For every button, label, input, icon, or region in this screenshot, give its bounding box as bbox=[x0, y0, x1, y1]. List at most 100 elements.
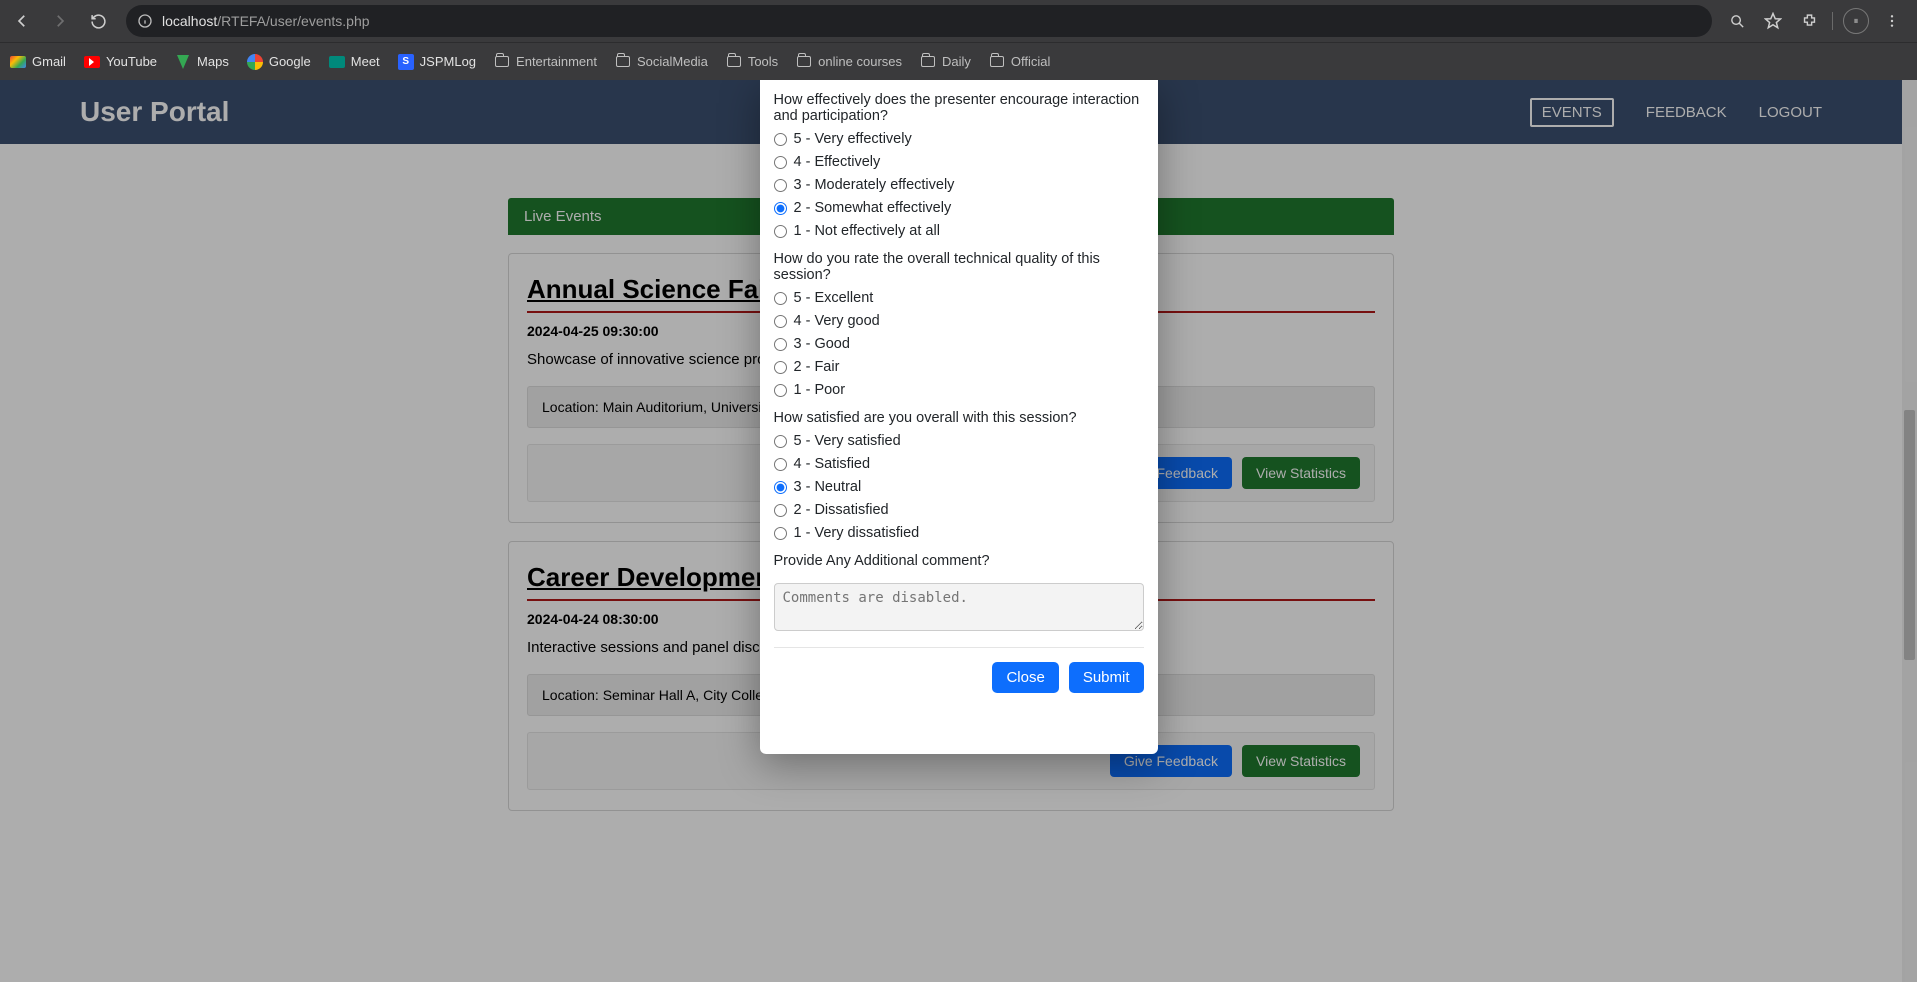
browser-menu-icon[interactable] bbox=[1879, 8, 1905, 34]
bookmark-tools[interactable]: Tools bbox=[726, 54, 778, 70]
radio-option[interactable]: 4 - Very good bbox=[774, 313, 1144, 329]
extensions-icon[interactable] bbox=[1796, 8, 1822, 34]
page-viewport: User Portal EVENTS FEEDBACK LOGOUT Live … bbox=[0, 80, 1917, 982]
bookmark-entertainment[interactable]: Entertainment bbox=[494, 54, 597, 70]
bookmark-label: JSPMLog bbox=[420, 54, 476, 69]
bookmark-label: Official bbox=[1011, 54, 1051, 69]
zoom-icon[interactable] bbox=[1724, 8, 1750, 34]
bookmark-label: YouTube bbox=[106, 54, 157, 69]
folder-icon bbox=[494, 54, 510, 70]
radio-input[interactable] bbox=[774, 315, 787, 328]
radio-input[interactable] bbox=[774, 361, 787, 374]
radio-label: 5 - Excellent bbox=[794, 290, 874, 306]
question-text: How effectively does the presenter encou… bbox=[774, 92, 1144, 124]
jspm-icon: S bbox=[398, 54, 414, 70]
folder-icon bbox=[615, 54, 631, 70]
meet-icon bbox=[329, 54, 345, 70]
bookmark-label: Gmail bbox=[32, 54, 66, 69]
radio-label: 4 - Effectively bbox=[794, 154, 881, 170]
radio-label: 3 - Neutral bbox=[794, 479, 862, 495]
radio-option[interactable]: 1 - Very dissatisfied bbox=[774, 525, 1144, 541]
radio-label: 2 - Dissatisfied bbox=[794, 502, 889, 518]
radio-label: 2 - Somewhat effectively bbox=[794, 200, 952, 216]
bookmark-star-icon[interactable] bbox=[1760, 8, 1786, 34]
site-info-icon[interactable] bbox=[136, 12, 154, 30]
modal-submit-button[interactable]: Submit bbox=[1069, 662, 1144, 693]
radio-input[interactable] bbox=[774, 202, 787, 215]
radio-option[interactable]: 2 - Somewhat effectively bbox=[774, 200, 1144, 216]
bookmark-label: Meet bbox=[351, 54, 380, 69]
maps-icon bbox=[175, 54, 191, 70]
radio-option[interactable]: 5 - Very satisfied bbox=[774, 433, 1144, 449]
nav-back-button[interactable] bbox=[6, 5, 38, 37]
radio-option[interactable]: 3 - Moderately effectively bbox=[774, 177, 1144, 193]
radio-input[interactable] bbox=[774, 179, 787, 192]
radio-option[interactable]: 3 - Good bbox=[774, 336, 1144, 352]
bookmark-label: Daily bbox=[942, 54, 971, 69]
radio-input[interactable] bbox=[774, 292, 787, 305]
browser-actions: ⏸ bbox=[1724, 8, 1911, 34]
bookmark-label: online courses bbox=[818, 54, 902, 69]
bookmark-youtube[interactable]: YouTube bbox=[84, 54, 157, 70]
radio-input[interactable] bbox=[774, 338, 787, 351]
bookmarks-bar: Gmail YouTube Maps Google Meet S JSPMLog Entert… bbox=[0, 42, 1917, 80]
radio-label: 5 - Very satisfied bbox=[794, 433, 901, 449]
radio-option[interactable]: 2 - Fair bbox=[774, 359, 1144, 375]
modal-close-button[interactable]: Close bbox=[992, 662, 1058, 693]
bookmark-online-courses[interactable]: online courses bbox=[796, 54, 902, 70]
radio-input[interactable] bbox=[774, 481, 787, 494]
bookmark-gmail[interactable]: Gmail bbox=[10, 54, 66, 70]
radio-input[interactable] bbox=[774, 527, 787, 540]
comment-textarea[interactable] bbox=[774, 583, 1144, 631]
radio-option[interactable]: 1 - Poor bbox=[774, 382, 1144, 398]
bookmark-google[interactable]: Google bbox=[247, 54, 311, 70]
bookmark-label: Google bbox=[269, 54, 311, 69]
bookmark-label: Maps bbox=[197, 54, 229, 69]
radio-option[interactable]: 2 - Dissatisfied bbox=[774, 502, 1144, 518]
radio-input[interactable] bbox=[774, 133, 787, 146]
folder-icon bbox=[796, 54, 812, 70]
radio-input[interactable] bbox=[774, 504, 787, 517]
youtube-icon bbox=[84, 54, 100, 70]
url-text: localhost/RTEFA/user/events.php bbox=[162, 13, 370, 29]
radio-input[interactable] bbox=[774, 156, 787, 169]
radio-input[interactable] bbox=[774, 225, 787, 238]
bookmark-socialmedia[interactable]: SocialMedia bbox=[615, 54, 708, 70]
radio-input[interactable] bbox=[774, 435, 787, 448]
radio-label: 2 - Fair bbox=[794, 359, 840, 375]
radio-option[interactable]: 5 - Excellent bbox=[774, 290, 1144, 306]
divider bbox=[1832, 12, 1833, 30]
bookmark-jspmlog[interactable]: S JSPMLog bbox=[398, 54, 476, 70]
browser-chrome: localhost/RTEFA/user/events.php ⏸ Gmail Y… bbox=[0, 0, 1917, 80]
radio-option[interactable]: 3 - Neutral bbox=[774, 479, 1144, 495]
bookmark-official[interactable]: Official bbox=[989, 54, 1051, 70]
nav-reload-button[interactable] bbox=[82, 5, 114, 37]
folder-icon bbox=[989, 54, 1005, 70]
bookmark-meet[interactable]: Meet bbox=[329, 54, 380, 70]
radio-label: 3 - Good bbox=[794, 336, 850, 352]
bookmark-label: SocialMedia bbox=[637, 54, 708, 69]
bookmark-label: Tools bbox=[748, 54, 778, 69]
radio-input[interactable] bbox=[774, 458, 787, 471]
browser-toolbar: localhost/RTEFA/user/events.php ⏸ bbox=[0, 0, 1917, 42]
question-text: How do you rate the overall technical qu… bbox=[774, 251, 1144, 283]
radio-label: 1 - Not effectively at all bbox=[794, 223, 940, 239]
google-icon bbox=[247, 54, 263, 70]
question-text: How satisfied are you overall with this … bbox=[774, 410, 1144, 426]
radio-option[interactable]: 1 - Not effectively at all bbox=[774, 223, 1144, 239]
radio-input[interactable] bbox=[774, 384, 787, 397]
radio-option[interactable]: 4 - Satisfied bbox=[774, 456, 1144, 472]
comment-label: Provide Any Additional comment? bbox=[774, 553, 1144, 569]
folder-icon bbox=[920, 54, 936, 70]
bookmark-maps[interactable]: Maps bbox=[175, 54, 229, 70]
modal-overlay[interactable]: How effectively does the presenter encou… bbox=[0, 80, 1917, 982]
profile-avatar[interactable]: ⏸ bbox=[1843, 8, 1869, 34]
radio-label: 3 - Moderately effectively bbox=[794, 177, 955, 193]
radio-label: 1 - Very dissatisfied bbox=[794, 525, 920, 541]
nav-forward-button[interactable] bbox=[44, 5, 76, 37]
radio-option[interactable]: 4 - Effectively bbox=[774, 154, 1144, 170]
bookmark-daily[interactable]: Daily bbox=[920, 54, 971, 70]
address-bar[interactable]: localhost/RTEFA/user/events.php bbox=[126, 5, 1712, 37]
folder-icon bbox=[726, 54, 742, 70]
radio-option[interactable]: 5 - Very effectively bbox=[774, 131, 1144, 147]
